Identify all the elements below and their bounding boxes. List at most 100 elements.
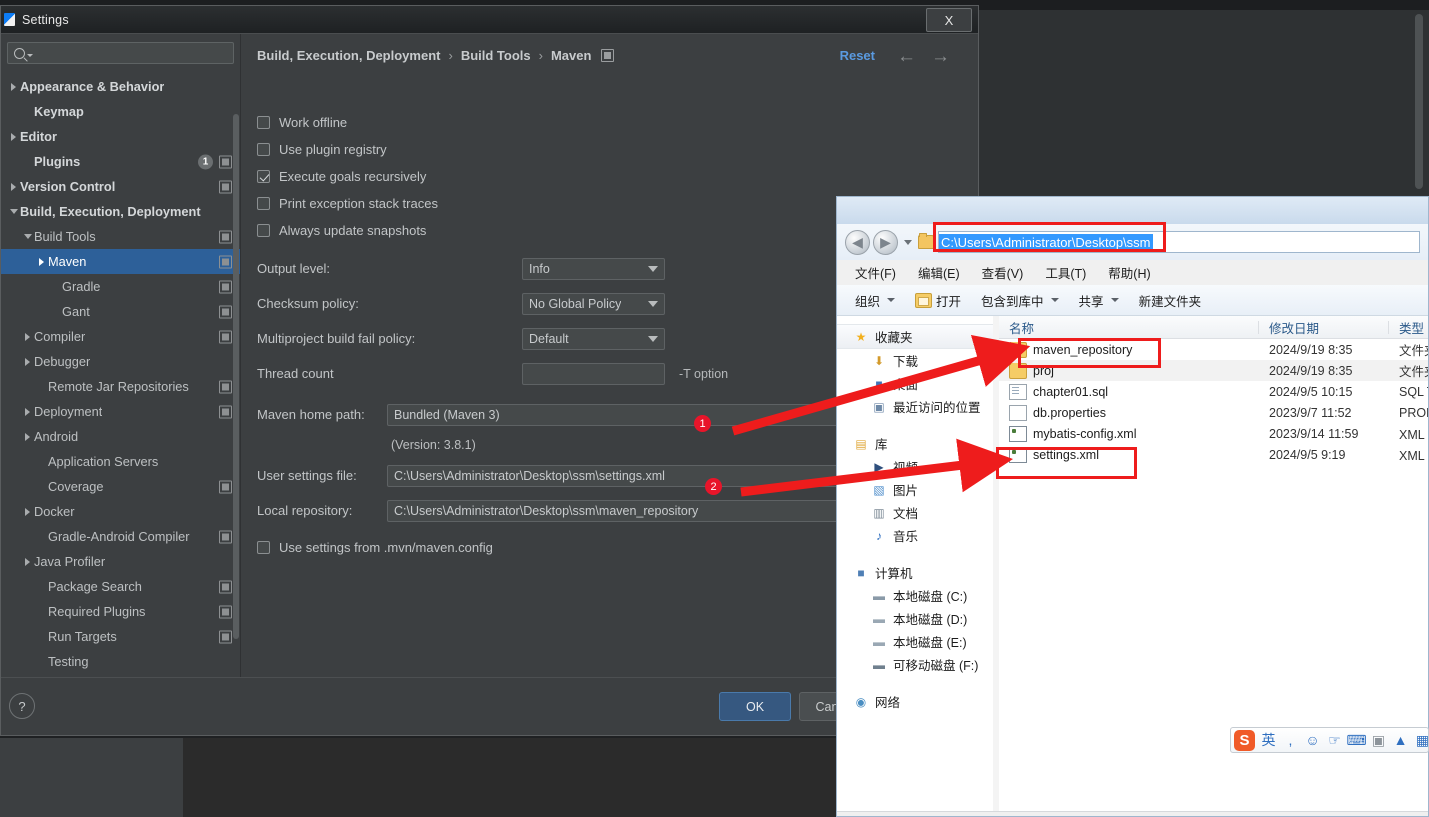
mvn-config-checkbox[interactable] (257, 541, 270, 554)
chevron-right-icon[interactable] (21, 407, 34, 416)
ide-right-scrollbar[interactable] (1415, 14, 1423, 189)
nav-item-10[interactable]: ▬ 本地磁盘 (C:) (837, 584, 998, 607)
toolbar-item-2[interactable]: 包含到库中 (981, 291, 1059, 310)
sidebar-item-keymap[interactable]: Keymap (1, 99, 240, 124)
chevron-right-icon[interactable] (7, 132, 20, 141)
sidebar-item-application-servers[interactable]: Application Servers (1, 449, 240, 474)
nav-item-6[interactable]: ▧ 图片 (837, 478, 998, 501)
multiproject-policy-select[interactable]: Default (522, 327, 665, 350)
sidebar-item-coverage[interactable]: Coverage (1, 474, 240, 499)
chevron-right-icon[interactable] (21, 332, 34, 341)
table-row[interactable]: maven_repository 2024/9/19 8:35 文件夹 (999, 339, 1428, 360)
sidebar-item-testing[interactable]: Testing (1, 649, 240, 674)
address-bar[interactable]: C:\Users\Administrator\Desktop\ssm (938, 231, 1420, 253)
breadcrumb-item-0[interactable]: Build, Execution, Deployment (257, 48, 440, 63)
menu-item-4[interactable]: 帮助(H) (1108, 263, 1150, 282)
chevron-right-icon[interactable] (7, 182, 20, 191)
checksum-policy-select[interactable]: No Global Policy (522, 292, 665, 315)
ime-language-icon[interactable]: 英 (1260, 730, 1277, 750)
reset-button[interactable]: Reset (840, 48, 875, 63)
sidebar-item-plugins[interactable]: Plugins 1 (1, 149, 240, 174)
chevron-right-icon[interactable] (21, 557, 34, 566)
table-row[interactable]: settings.xml 2024/9/5 9:19 XML 工 (999, 444, 1428, 465)
sidebar-item-run-targets[interactable]: Run Targets (1, 624, 240, 649)
column-header-2[interactable]: 类型 (1389, 318, 1428, 337)
ime-punctuation-icon[interactable]: , (1282, 732, 1299, 748)
nav-item-2[interactable]: ■ 桌面 (837, 372, 998, 395)
sidebar-item-deployment[interactable]: Deployment (1, 399, 240, 424)
sidebar-scrollbar[interactable] (233, 114, 239, 639)
checkbox[interactable] (257, 143, 270, 156)
breadcrumb-item-2[interactable]: Maven (551, 48, 591, 63)
sidebar-item-gant[interactable]: Gant (1, 299, 240, 324)
forward-button[interactable]: ▶ (873, 229, 898, 255)
forward-arrow-icon[interactable]: → (931, 46, 950, 68)
ime-skin-icon[interactable]: ▲ (1392, 732, 1409, 748)
menu-item-1[interactable]: 编辑(E) (918, 263, 960, 282)
chevron-right-icon[interactable] (21, 432, 34, 441)
chevron-right-icon[interactable] (21, 357, 34, 366)
back-arrow-icon[interactable]: ← (897, 46, 916, 68)
checkbox-row-use-plugin-registry[interactable]: Use plugin registry (257, 136, 978, 163)
sidebar-item-build-tools[interactable]: Build Tools (1, 224, 240, 249)
breadcrumb-item-1[interactable]: Build Tools (461, 48, 531, 63)
ok-button[interactable]: OK (719, 692, 791, 721)
table-row[interactable]: mybatis-config.xml 2023/9/14 11:59 XML 工 (999, 423, 1428, 444)
nav-item-3[interactable]: ▣ 最近访问的位置 (837, 395, 998, 418)
output-level-select[interactable]: Info (522, 257, 665, 280)
back-button[interactable]: ◀ (845, 229, 870, 255)
sidebar-item-package-search[interactable]: Package Search (1, 574, 240, 599)
ime-emoji-icon[interactable]: ☺ (1304, 732, 1321, 748)
sidebar-item-required-plugins[interactable]: Required Plugins (1, 599, 240, 624)
sidebar-item-gradle[interactable]: Gradle (1, 274, 240, 299)
nav-item-7[interactable]: ▥ 文档 (837, 501, 998, 524)
toolbar-item-0[interactable]: 组织 (855, 291, 896, 310)
nav-item-5[interactable]: ▶ 视频 (837, 455, 998, 478)
sidebar-item-java-profiler[interactable]: Java Profiler (1, 549, 240, 574)
checkbox[interactable] (257, 197, 270, 210)
nav-item-13[interactable]: ▬ 可移动磁盘 (F:) (837, 653, 998, 676)
menu-item-0[interactable]: 文件(F) (855, 263, 896, 282)
checkbox-row-execute-goals-recursively[interactable]: Execute goals recursively (257, 163, 978, 190)
checkbox-row-work-offline[interactable]: Work offline (257, 109, 978, 136)
ime-screenshot-icon[interactable]: ▣ (1370, 732, 1387, 749)
thread-count-input[interactable] (522, 362, 665, 385)
nav-item-4[interactable]: ▤ 库 (837, 432, 998, 455)
toolbar-item-3[interactable]: 共享 (1079, 291, 1119, 310)
search-box[interactable] (7, 42, 234, 64)
ime-keyboard-icon[interactable]: ⌨ (1346, 732, 1366, 749)
nav-item-8[interactable]: ♪ 音乐 (837, 524, 998, 547)
sidebar-item-compiler[interactable]: Compiler (1, 324, 240, 349)
sidebar-item-build-execution-deployment[interactable]: Build, Execution, Deployment (1, 199, 240, 224)
chevron-right-icon[interactable] (7, 82, 20, 91)
checkbox[interactable] (257, 116, 270, 129)
sidebar-item-version-control[interactable]: Version Control (1, 174, 240, 199)
help-button[interactable]: ? (9, 693, 35, 719)
sidebar-item-editor[interactable]: Editor (1, 124, 240, 149)
sidebar-item-docker[interactable]: Docker (1, 499, 240, 524)
checkbox[interactable] (257, 224, 270, 237)
menu-item-3[interactable]: 工具(T) (1045, 263, 1086, 282)
nav-item-11[interactable]: ▬ 本地磁盘 (D:) (837, 607, 998, 630)
ime-microphone-icon[interactable]: ☞ (1326, 732, 1343, 749)
chevron-down-icon[interactable] (21, 234, 34, 239)
search-input[interactable] (38, 45, 222, 61)
nav-item-12[interactable]: ▬ 本地磁盘 (E:) (837, 630, 998, 653)
table-row[interactable]: chapter01.sql 2024/9/5 10:15 SQL T (999, 381, 1428, 402)
sidebar-item-maven[interactable]: Maven (1, 249, 240, 274)
toolbar-item-4[interactable]: 新建文件夹 (1139, 291, 1202, 310)
toolbar-item-1[interactable]: 打开 (915, 291, 961, 310)
sidebar-item-android[interactable]: Android (1, 424, 240, 449)
sidebar-item-debugger[interactable]: Debugger (1, 349, 240, 374)
checkbox[interactable] (257, 170, 270, 183)
sidebar-item-appearance-behavior[interactable]: Appearance & Behavior (1, 74, 240, 99)
chevron-right-icon[interactable] (35, 257, 48, 266)
nav-item-9[interactable]: ■ 计算机 (837, 561, 998, 584)
nav-item-1[interactable]: ⬇ 下载 (837, 349, 998, 372)
column-header-0[interactable]: 名称 (999, 318, 1259, 337)
chevron-right-icon[interactable] (21, 507, 34, 516)
table-row[interactable]: proj 2024/9/19 8:35 文件夹 (999, 360, 1428, 381)
menu-item-2[interactable]: 查看(V) (982, 263, 1024, 282)
close-icon[interactable]: X (926, 8, 972, 32)
sidebar-item-gradle-android-compiler[interactable]: Gradle-Android Compiler (1, 524, 240, 549)
